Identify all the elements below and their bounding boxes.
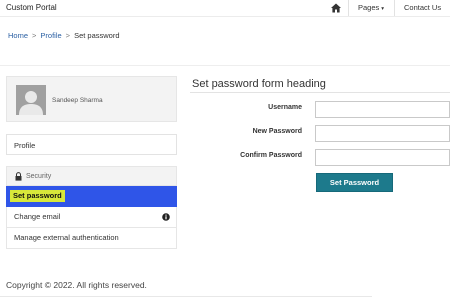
username-label: Username xyxy=(268,104,302,111)
footer-divider xyxy=(0,296,372,297)
form-heading: Set password form heading xyxy=(192,78,326,90)
confirm-password-label: Confirm Password xyxy=(240,152,302,159)
nav-item-change-email[interactable]: Change email xyxy=(6,207,177,228)
info-icon xyxy=(162,213,170,221)
brand-title[interactable]: Custom Portal xyxy=(6,3,57,12)
security-section-header: Security xyxy=(6,166,177,186)
breadcrumb-home[interactable]: Home xyxy=(8,31,28,40)
username-field[interactable] xyxy=(315,101,450,118)
profile-link[interactable]: Profile xyxy=(6,134,177,155)
pages-dropdown[interactable]: Pages ▾ xyxy=(358,3,384,12)
footer-copyright: Copyright © 2022. All rights reserved. xyxy=(6,280,147,290)
nav-item-set-password[interactable]: Set password xyxy=(6,186,177,207)
breadcrumb-separator: > xyxy=(65,31,71,40)
set-password-button[interactable]: Set Password xyxy=(316,173,393,192)
header-divider xyxy=(0,16,450,17)
confirm-password-field[interactable] xyxy=(315,149,450,166)
nav-divider xyxy=(348,0,349,16)
breadcrumb: Home > Profile > Set password xyxy=(8,31,120,40)
breadcrumb-divider xyxy=(0,65,450,66)
nav-item-label: Change email xyxy=(14,212,61,221)
avatar-placeholder-icon xyxy=(16,85,46,115)
profile-card: Sandeep Sharma xyxy=(6,76,177,122)
nav-divider xyxy=(394,0,395,16)
new-password-field[interactable] xyxy=(315,125,450,142)
user-name: Sandeep Sharma xyxy=(52,97,103,104)
new-password-label: New Password xyxy=(252,128,302,135)
contact-us-link[interactable]: Contact Us xyxy=(404,3,441,12)
home-icon[interactable] xyxy=(330,2,342,14)
security-heading: Security xyxy=(26,173,52,180)
nav-item-label: Set password xyxy=(10,190,65,202)
breadcrumb-current: Set password xyxy=(74,31,120,40)
chevron-down-icon: ▾ xyxy=(381,6,385,12)
nav-item-label: Manage external authentication xyxy=(14,233,119,242)
pages-label: Pages xyxy=(358,3,380,12)
lock-icon xyxy=(15,172,22,181)
breadcrumb-profile[interactable]: Profile xyxy=(40,31,61,40)
profile-link-label: Profile xyxy=(14,141,36,150)
form-heading-divider xyxy=(190,92,450,93)
nav-item-external-auth[interactable]: Manage external authentication xyxy=(6,228,177,249)
breadcrumb-separator: > xyxy=(32,31,37,40)
